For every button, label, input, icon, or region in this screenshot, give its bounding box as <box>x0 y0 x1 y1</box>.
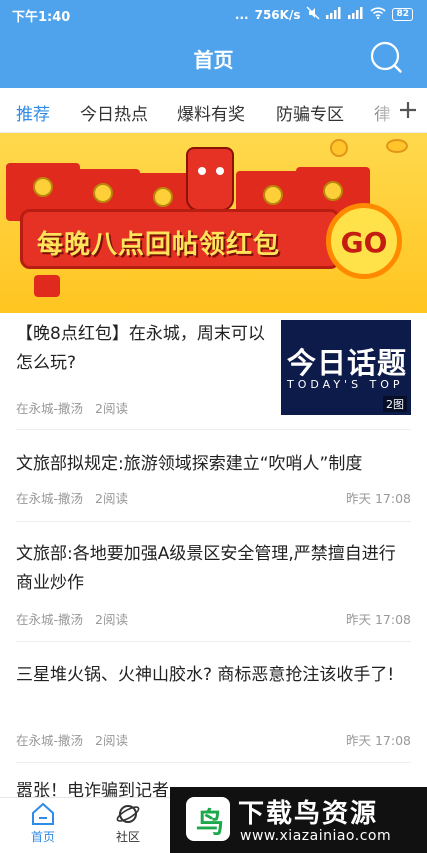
nav-community[interactable]: 社区 <box>98 802 158 845</box>
article-item[interactable]: 文旅部:各地要加强A级景区安全管理,严禁擅自进行商业炒作 在永城-撒汤 2阅读 昨… <box>16 540 411 642</box>
tab-anti-fraud[interactable]: 防骗专区 <box>276 100 344 125</box>
status-bar: 下午1:40 ... 756K/s 82 <box>0 0 427 28</box>
network-speed: 756K/s <box>254 7 301 22</box>
article-source: 在永城-撒汤 <box>16 612 84 627</box>
coin-decoration <box>386 139 408 153</box>
article-source: 在永城-撒汤 <box>16 401 84 416</box>
nav-home-label: 首页 <box>30 830 55 844</box>
article-meta: 在永城-撒汤 2阅读 <box>16 488 128 507</box>
image-count-badge: 2图 <box>383 396 407 412</box>
article-reads: 2阅读 <box>95 733 128 748</box>
watermark-logo-char: 鸟 <box>196 806 225 839</box>
signal-icon-2 <box>348 7 364 22</box>
tab-today-hot[interactable]: 今日热点 <box>80 100 148 125</box>
category-tabs: 推荐 今日热点 爆料有奖 防骗专区 律 <box>0 88 427 133</box>
app-header: 首页 <box>0 28 427 88</box>
article-thumbnail: 今日话题 TODAY'S TOP 2图 <box>281 320 411 415</box>
watermark: 鸟 下载鸟资源 www.xiazainiao.com <box>170 787 427 853</box>
article-source: 在永城-撒汤 <box>16 491 84 506</box>
promo-banner[interactable]: 每晚八点回帖领红包 GO <box>0 133 427 313</box>
article-time: 昨天 17:08 <box>346 491 411 506</box>
status-dots: ... <box>234 7 249 22</box>
article-title: 文旅部:各地要加强A级景区安全管理,严禁擅自进行商业炒作 <box>16 544 396 593</box>
thumbnail-title: 今日话题 <box>287 346 408 380</box>
article-meta: 在永城-撒汤 2阅读 <box>16 730 128 749</box>
article-time: 昨天 17:08 <box>346 612 411 627</box>
article-meta: 在永城-撒汤 2阅读 <box>16 609 128 628</box>
nav-community-label: 社区 <box>115 830 140 844</box>
tab-fade <box>359 88 399 132</box>
search-icon <box>370 41 402 73</box>
watermark-url: www.xiazainiao.com <box>240 828 392 844</box>
article-title: 【晚8点红包】在永城，周末可以怎么玩? <box>16 324 265 373</box>
mute-icon <box>306 6 320 23</box>
watermark-logo: 鸟 <box>186 797 230 841</box>
search-button[interactable] <box>369 40 405 76</box>
go-button[interactable]: GO <box>326 203 402 279</box>
go-label: GO <box>340 226 388 259</box>
article-item[interactable]: 【晚8点红包】在永城，周末可以怎么玩? 在永城-撒汤 2阅读 今日话题 TODAY… <box>16 320 411 430</box>
tab-recommend[interactable]: 推荐 <box>16 100 50 125</box>
article-reads: 2阅读 <box>95 491 128 506</box>
planet-icon <box>116 805 140 823</box>
article-reads: 2阅读 <box>95 401 128 416</box>
nav-home[interactable]: 首页 <box>13 802 73 845</box>
wifi-icon <box>370 7 387 22</box>
thumbnail-subtitle: TODAY'S TOP <box>287 378 404 391</box>
add-tab-button[interactable] <box>397 94 419 126</box>
article-reads: 2阅读 <box>95 612 128 627</box>
battery-icon: 82 <box>392 8 413 21</box>
signal-icon <box>326 7 342 22</box>
banner-ribbon: 每晚八点回帖领红包 <box>20 209 340 269</box>
article-title: 文旅部拟规定:旅游领域探索建立“吹哨人”制度 <box>16 454 363 474</box>
coin-decoration <box>330 139 348 157</box>
status-icons: ... 756K/s 82 <box>235 6 413 23</box>
watermark-title: 下载鸟资源 <box>238 799 379 829</box>
page-title: 首页 <box>193 48 234 72</box>
article-source: 在永城-撒汤 <box>16 733 84 748</box>
banner-slogan: 每晚八点回帖领红包 <box>37 230 281 260</box>
article-title: 三星堆火锅、火神山胶水? 商标恶意抢注该收手了! <box>16 665 395 685</box>
article-time: 昨天 17:08 <box>346 733 411 748</box>
article-item[interactable]: 文旅部拟规定:旅游领域探索建立“吹哨人”制度 在永城-撒汤 2阅读 昨天 17:0… <box>16 450 411 522</box>
plus-icon <box>400 102 416 118</box>
home-icon <box>32 802 54 825</box>
mascot-icon <box>186 147 234 211</box>
red-envelope <box>34 275 60 297</box>
tab-tip-off[interactable]: 爆料有奖 <box>177 100 245 125</box>
article-item[interactable]: 三星堆火锅、火神山胶水? 商标恶意抢注该收手了! 在永城-撒汤 2阅读 昨天 17… <box>16 661 411 763</box>
article-meta: 在永城-撒汤 2阅读 <box>16 398 128 417</box>
status-time: 下午1:40 <box>12 10 71 25</box>
